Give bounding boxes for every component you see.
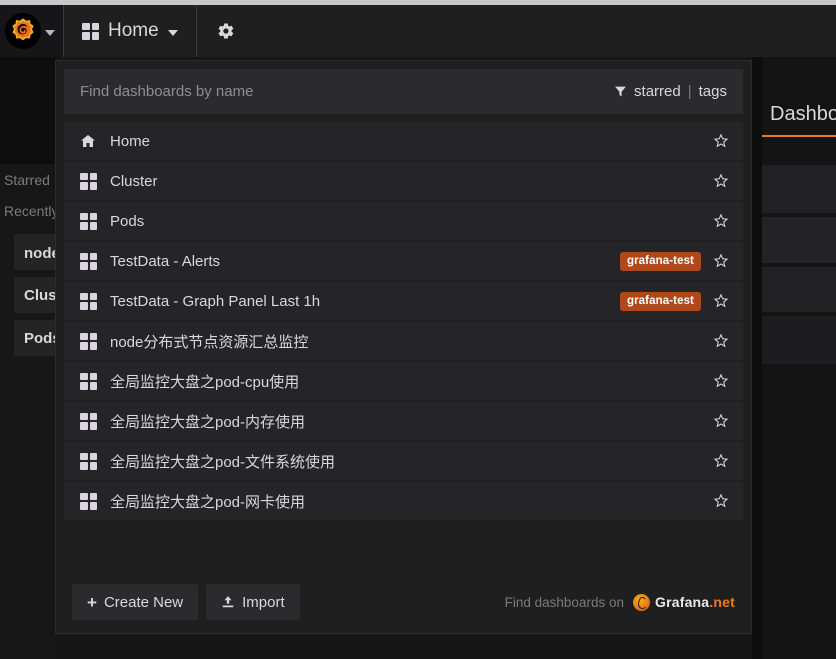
star-outline-icon[interactable] [713, 333, 729, 349]
search-result-name: 全局监控大盘之pod-内存使用 [110, 411, 713, 432]
chevron-down-icon [168, 30, 178, 36]
search-result-name: 全局监控大盘之pod-文件系统使用 [110, 451, 713, 472]
navbar-home-dropdown[interactable]: Home [64, 5, 196, 57]
import-button[interactable]: Import [206, 584, 300, 620]
dashboard-tag-badge[interactable]: grafana-test [620, 252, 701, 271]
search-result-row[interactable]: TestData - Alerts grafana-test [64, 242, 743, 280]
filter-funnel-icon [614, 85, 627, 98]
grid-icon [80, 493, 97, 510]
star-outline-icon[interactable] [713, 213, 729, 229]
grid-icon [80, 413, 97, 430]
search-input[interactable] [80, 83, 614, 100]
star-outline-icon[interactable] [713, 453, 729, 469]
dashboard-search-overlay: starred | tags Home Cluster Pods [55, 60, 752, 634]
home-icon [80, 133, 97, 149]
search-result-name: TestData - Alerts [110, 253, 620, 270]
grafana-net-logo-icon [633, 594, 650, 611]
grafana-net-tld: .net [709, 594, 735, 610]
grid-icon [80, 213, 97, 230]
grafana-app-window: Home Starred Recently node分 Cluste Pods … [0, 0, 836, 659]
grid-icon [80, 333, 97, 350]
create-new-button[interactable]: + Create New [72, 584, 198, 620]
star-outline-icon[interactable] [713, 493, 729, 509]
grafana-net-link[interactable]: Find dashboards on Grafana.net [505, 594, 735, 611]
background-recently-heading: Recently [4, 203, 58, 219]
star-outline-icon[interactable] [713, 373, 729, 389]
search-result-row[interactable]: 全局监控大盘之pod-内存使用 [64, 402, 743, 440]
grafana-net-logo: Grafana.net [633, 594, 735, 611]
background-dark-block [0, 57, 56, 164]
logo-chevron-down-icon [45, 30, 55, 36]
filter-starred-link[interactable]: starred [634, 83, 681, 100]
search-result-row[interactable]: 全局监控大盘之pod-文件系统使用 [64, 442, 743, 480]
background-panel [762, 267, 836, 312]
background-active-tab-underline [762, 135, 836, 137]
search-result-row[interactable]: 全局监控大盘之pod-网卡使用 [64, 482, 743, 520]
grafana-logo-button[interactable] [0, 5, 63, 57]
grafana-logo-icon [5, 13, 41, 49]
search-result-name: node分布式节点资源汇总监控 [110, 331, 713, 352]
grid-icon [80, 253, 97, 270]
star-outline-icon[interactable] [713, 133, 729, 149]
search-result-row[interactable]: Pods [64, 202, 743, 240]
grid-icon [80, 373, 97, 390]
search-result-name: Cluster [110, 173, 713, 190]
background-panel [762, 165, 836, 213]
create-new-label: Create New [104, 594, 183, 611]
star-outline-icon[interactable] [713, 253, 729, 269]
import-label: Import [242, 594, 285, 611]
overlay-footer: + Create New Import Find dashboards on G… [56, 571, 751, 633]
search-results-list: Home Cluster Pods TestData - Alerts graf… [56, 114, 751, 520]
search-result-name: 全局监控大盘之pod-cpu使用 [110, 371, 713, 392]
grid-icon [80, 453, 97, 470]
grid-icon [80, 173, 97, 190]
search-result-name: Home [110, 133, 713, 150]
star-outline-icon[interactable] [713, 293, 729, 309]
search-result-row[interactable]: Cluster [64, 162, 743, 200]
dashboard-tag-badge[interactable]: grafana-test [620, 292, 701, 311]
grafana-flame-glyph [8, 16, 38, 46]
filter-tags-link[interactable]: tags [699, 83, 727, 100]
gear-icon [217, 22, 235, 40]
search-bar: starred | tags [64, 69, 743, 114]
search-result-name: 全局监控大盘之pod-网卡使用 [110, 491, 713, 512]
background-panel [762, 217, 836, 263]
search-result-name: TestData - Graph Panel Last 1h [110, 293, 620, 310]
search-result-row[interactable]: node分布式节点资源汇总监控 [64, 322, 743, 360]
background-panel [762, 316, 836, 364]
star-outline-icon[interactable] [713, 413, 729, 429]
search-result-row[interactable]: Home [64, 122, 743, 160]
grid-icon [80, 293, 97, 310]
plus-icon: + [87, 594, 97, 611]
search-result-row[interactable]: TestData - Graph Panel Last 1h grafana-t… [64, 282, 743, 320]
navbar-settings-button[interactable] [197, 5, 255, 57]
grafana-net-wordmark: Grafana.net [655, 594, 735, 610]
filter-separator: | [688, 83, 692, 100]
find-dashboards-on-label: Find dashboards on [505, 595, 624, 610]
upload-icon [221, 595, 235, 609]
search-result-row[interactable]: 全局监控大盘之pod-cpu使用 [64, 362, 743, 400]
navbar-home-label: Home [108, 20, 159, 42]
background-dashboards-tab-label: Dashbo [770, 103, 836, 126]
grid-icon [82, 23, 99, 40]
search-filters: starred | tags [614, 83, 727, 100]
grafana-net-name: Grafana [655, 594, 709, 610]
background-starred-heading: Starred [4, 172, 50, 188]
star-outline-icon[interactable] [713, 173, 729, 189]
top-navbar: Home [0, 5, 836, 57]
search-result-name: Pods [110, 213, 713, 230]
